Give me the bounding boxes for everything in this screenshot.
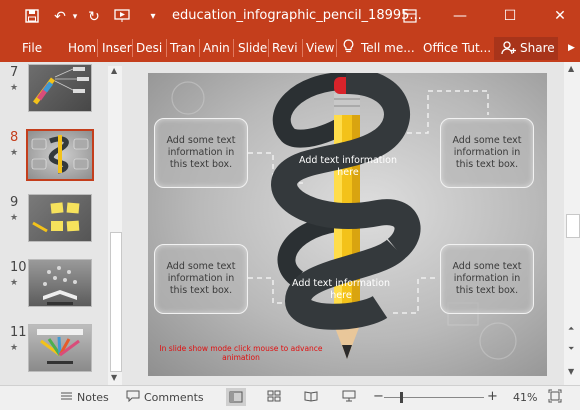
thumbnail-scrollbar[interactable]: ▲ ▼ — [108, 66, 122, 385]
thumbnail-number-active: 8 — [10, 130, 19, 145]
slide-thumbnail-8[interactable] — [26, 129, 94, 181]
ribbon-text-top[interactable]: Add text information here — [293, 155, 403, 179]
notes-icon[interactable] — [60, 390, 73, 405]
text-box-top-right[interactable]: Add some text information in this text b… — [440, 118, 534, 188]
tab-home[interactable]: Hom — [68, 41, 96, 55]
person-add-icon — [501, 40, 517, 59]
tab-divider — [233, 39, 234, 57]
animation-star-icon: ★ — [10, 83, 19, 93]
scroll-up-icon[interactable]: ▲ — [568, 64, 574, 73]
tab-slideshow[interactable]: Slide — [238, 41, 267, 55]
slide-thumbnail-9[interactable] — [28, 194, 92, 242]
tab-review[interactable]: Revi — [272, 41, 298, 55]
normal-view-icon[interactable] — [226, 388, 246, 406]
slide-sorter-icon[interactable] — [267, 390, 281, 405]
tab-design[interactable]: Desi — [136, 41, 162, 55]
tab-divider — [336, 39, 337, 57]
share-label: Share — [520, 41, 555, 55]
thumbnail-scroll-thumb[interactable] — [110, 232, 122, 372]
zoom-out-button[interactable]: − — [373, 389, 384, 404]
notes-button[interactable]: Notes — [77, 391, 109, 404]
animation-star-icon: ★ — [10, 148, 19, 158]
undo-dropdown-icon[interactable]: ▾ — [67, 9, 83, 25]
slide-scrollbar[interactable]: ▲ ⏶ ⏷ ▼ — [564, 62, 580, 385]
redo-icon[interactable]: ↻ — [86, 9, 102, 25]
scroll-up-double-icon[interactable]: ⏶ — [568, 324, 574, 334]
slide-scroll-thumb[interactable] — [566, 214, 580, 238]
tab-divider — [199, 39, 200, 57]
lightbulb-icon[interactable] — [343, 39, 354, 58]
maximize-button[interactable]: ☐ — [495, 6, 525, 26]
tab-divider — [166, 39, 167, 57]
customize-toolbar-icon[interactable]: ▾ — [145, 9, 161, 25]
tab-divider — [97, 39, 98, 57]
thumbnail-number: 9 — [10, 195, 19, 210]
zoom-slider-thumb[interactable] — [400, 392, 404, 403]
ribbon-tabs: File Hom Inser Desi Tran Anin Slide Revi… — [0, 35, 580, 62]
save-icon[interactable] — [24, 9, 40, 25]
tab-transitions[interactable]: Tran — [170, 41, 195, 55]
ribbon-scroll-right-icon[interactable]: ▶ — [568, 43, 575, 53]
slide-thumbnail-10[interactable] — [28, 259, 92, 307]
share-button[interactable]: Share — [494, 37, 558, 60]
animation-star-icon: ★ — [10, 343, 19, 353]
comments-icon[interactable] — [126, 390, 140, 405]
status-bar: Notes Comments − + 41% — [0, 385, 580, 410]
present-from-beginning-icon[interactable] — [114, 9, 130, 25]
title-bar: ↶ ▾ ↻ ▾ education_infographic_pencil_189… — [0, 0, 580, 35]
thumbnail-number: 10 — [10, 260, 27, 275]
ribbon-display-icon[interactable] — [402, 9, 418, 25]
fit-slide-icon[interactable] — [548, 389, 562, 406]
tab-animations[interactable]: Anin — [203, 41, 230, 55]
tab-divider — [268, 39, 269, 57]
tab-file[interactable]: File — [22, 41, 42, 55]
tell-me-search[interactable]: Tell me... — [361, 41, 415, 55]
slide-thumbnail-11[interactable] — [28, 324, 92, 372]
text-box-bottom-left[interactable]: Add some text information in this text b… — [154, 244, 248, 314]
minimize-button[interactable]: — — [445, 6, 475, 26]
undo-icon[interactable]: ↶ — [52, 9, 68, 25]
document-title: education_infographic_pencil_18995... — [172, 8, 422, 23]
text-box-bottom-right[interactable]: Add some text information in this text b… — [440, 244, 534, 314]
zoom-level[interactable]: 41% — [513, 391, 537, 404]
tab-divider — [132, 39, 133, 57]
tab-view[interactable]: View — [306, 41, 334, 55]
scroll-down-double-icon[interactable]: ⏷ — [568, 344, 574, 354]
tab-office-tutorials[interactable]: Office Tut... — [423, 41, 491, 55]
slide-thumbnail-pane: 7 ★ 8 ★ 9 ★ 10 ★ 11 ★ ▲ ▼ — [0, 62, 127, 385]
thumbnail-number: 11 — [10, 325, 27, 340]
scroll-down-icon[interactable]: ▼ — [568, 367, 574, 376]
thumbnail-number: 7 — [10, 65, 19, 80]
close-button[interactable]: ✕ — [545, 6, 575, 26]
animation-star-icon: ★ — [10, 213, 19, 223]
tab-divider — [302, 39, 303, 57]
tab-insert[interactable]: Inser — [102, 41, 132, 55]
zoom-slider[interactable] — [384, 392, 484, 403]
slide-thumbnail-7[interactable] — [28, 64, 92, 112]
slideshow-hint-text[interactable]: In slide show mode click mouse to advanc… — [156, 344, 326, 362]
slide-canvas[interactable]: Add some text information in this text b… — [148, 73, 547, 376]
scroll-down-icon[interactable]: ▼ — [111, 373, 117, 382]
text-box-top-left[interactable]: Add some text information in this text b… — [154, 118, 248, 188]
comments-button[interactable]: Comments — [144, 391, 204, 404]
scroll-up-icon[interactable]: ▲ — [111, 66, 117, 75]
zoom-in-button[interactable]: + — [487, 389, 498, 404]
slide-show-icon[interactable] — [342, 390, 356, 405]
animation-star-icon: ★ — [10, 278, 19, 288]
reading-view-icon[interactable] — [304, 390, 318, 405]
ribbon-text-bottom[interactable]: Add text information here — [286, 278, 396, 302]
